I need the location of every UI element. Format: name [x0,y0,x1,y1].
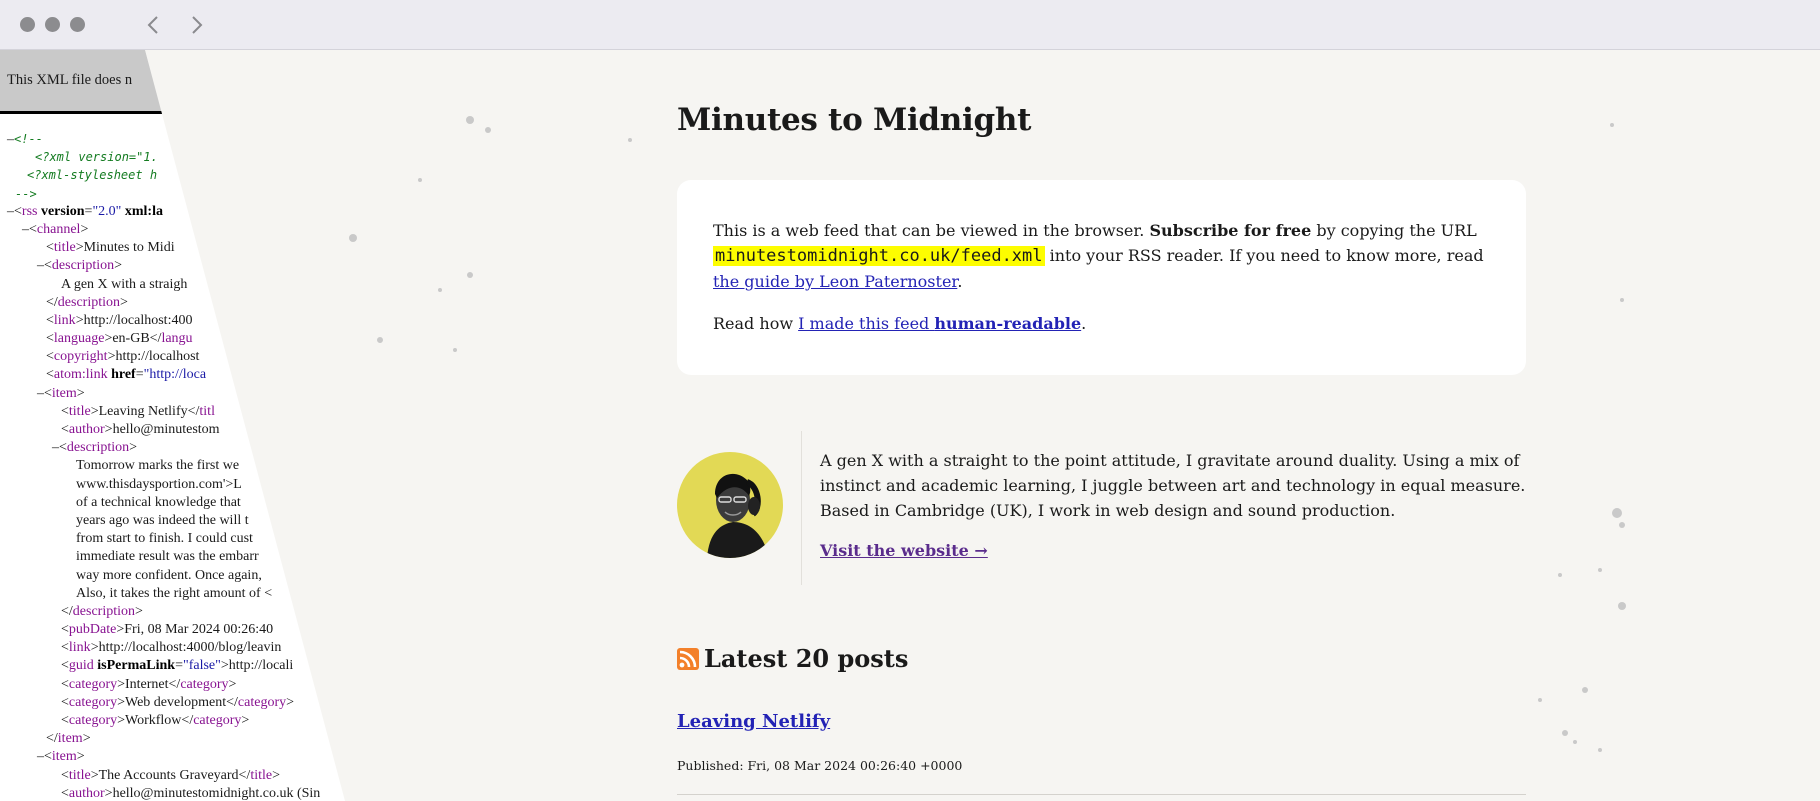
author-divider [801,431,802,585]
window-minimize-dot[interactable] [45,17,60,32]
latest-posts-heading: Latest 20 posts [704,644,909,673]
xml-line: –<item> [37,749,85,765]
read-how-prefix: Read how [713,314,799,333]
page-title: Minutes to Midnight [677,102,1032,138]
feed-intro-text: This is a web feed that can be viewed in… [713,218,1490,294]
xml-line: –<item> [37,385,85,401]
latest-posts-header: Latest 20 posts [677,644,908,673]
xml-line: <guid isPermaLink="false">http://locali [61,658,294,674]
author-bio: A gen X with a straight to the point att… [820,451,1526,520]
xml-line: <link>http://localhost:400 [46,312,193,328]
xml-line: <?xml-stylesheet h [27,168,158,183]
author-portrait [707,473,769,558]
human-readable-link-text: I made this feed [798,314,935,333]
xml-line: </item> [46,731,91,747]
author-avatar [677,452,783,558]
xml-line: <title>Leaving Netlify</titl [61,403,215,419]
xml-line: <link>http://localhost:4000/blog/leavin [61,640,282,656]
xml-line: <category>Workflow</category> [61,713,250,728]
intro-text-part: into your RSS reader. If you need to kno… [1044,246,1484,265]
rss-icon [677,647,699,670]
author-box: A gen X with a straight to the point att… [677,431,1526,585]
chevron-left-icon [147,15,158,34]
xml-line: Also, it takes the right amount of < [76,585,273,601]
xml-line: <category>Web development</category> [61,694,295,710]
feed-url[interactable]: minutestomidnight.co.uk/feed.xml [713,246,1045,266]
xml-line: </description> [46,294,128,310]
xml-line: <author>hello@minutestom [61,422,220,437]
xml-line: </description> [61,603,143,619]
xml-line: <pubDate>Fri, 08 Mar 2024 00:26:40 [61,622,274,638]
xml-line: www.thisdaysportion.com'>L [76,476,242,492]
guide-link[interactable]: the guide by Leon Paternoster [713,272,957,291]
xml-line: –<!-- [7,132,43,147]
xml-line: A gen X with a straigh [61,276,188,292]
xml-line: of a technical knowledge that [76,494,241,510]
chevron-right-icon [192,15,203,34]
back-button[interactable] [141,13,165,37]
xml-line: <title>The Accounts Graveyard</title> [61,767,281,783]
window-zoom-dot[interactable] [70,17,85,32]
read-how-text: Read how I made this feed human-readable… [713,311,1490,336]
xml-line: –<rss version="2.0" xml:la [7,203,163,219]
browser-toolbar [0,0,1820,50]
raw-xml-panel: This XML file does n –<!-- <?xml version=… [0,50,345,801]
xml-line: from start to finish. I could cust [76,531,253,547]
post-divider [677,794,1526,795]
feed-intro-card: This is a web feed that can be viewed in… [677,180,1526,375]
xml-line: immediate result was the embarr [76,549,259,565]
window-close-dot[interactable] [20,17,35,32]
xml-line: –<description> [52,440,138,456]
xml-line: –<description> [37,258,123,274]
human-readable-link[interactable]: I made this feed human-readable [798,314,1081,333]
subscribe-emphasis: Subscribe for free [1149,221,1312,240]
xml-line: –<channel> [22,221,89,237]
xml-line: <atom:link href="http://loca [46,367,207,383]
human-readable-link-strong: human-readable [934,314,1082,333]
xml-line: <category>Internet</category> [61,676,237,692]
xml-line: --> [15,186,37,201]
xml-line: <language>en-GB</langu [46,331,193,347]
xml-tree: –<!-- <?xml version="1. <?xml-stylesheet h… [0,114,345,801]
xml-line: <copyright>http://localhost [46,349,200,365]
xml-style-notice: This XML file does n [0,50,345,114]
xml-line: <title>Minutes to Midi [46,240,175,256]
xml-line: Tomorrow marks the first we [76,458,240,474]
xml-line: way more confident. Once again, [76,567,262,583]
page-viewport: This XML file does n –<!-- <?xml version=… [0,50,1820,801]
xml-line: <?xml version="1. [35,150,158,165]
read-how-end: . [1081,314,1087,333]
xml-line: years ago was indeed the will t [76,512,249,528]
xml-line: <author>hello@minutestomidnight.co.uk (S… [61,785,321,801]
intro-text-part: . [957,272,963,291]
post-title-link[interactable]: Leaving Netlify [677,711,830,732]
post-published-date: Published: Fri, 08 Mar 2024 00:26:40 +00… [677,758,963,773]
forward-button[interactable] [185,13,209,37]
visit-website-link[interactable]: Visit the website → [820,541,988,560]
intro-text-part: by copying the URL [1311,221,1477,240]
intro-text-part: This is a web feed that can be viewed in… [713,221,1150,240]
